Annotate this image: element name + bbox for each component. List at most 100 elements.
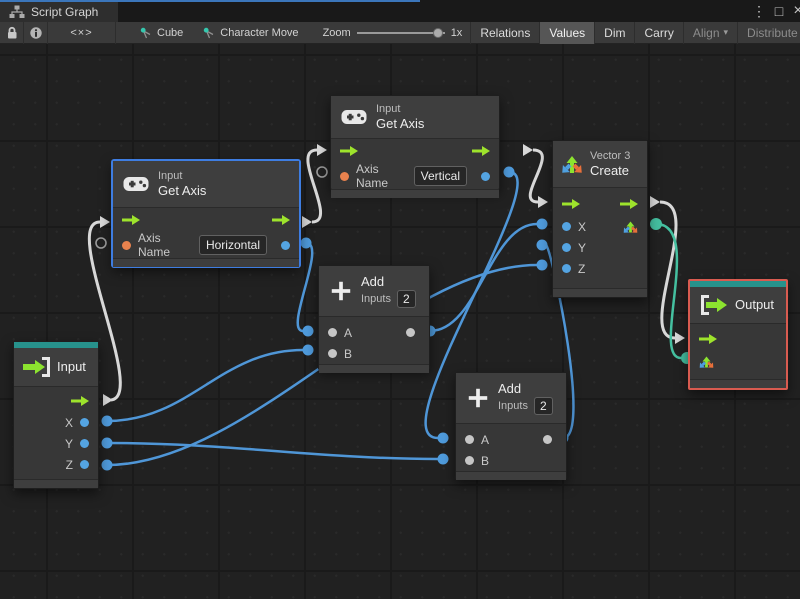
float-port-icon[interactable] [562,264,571,273]
control-port-in-vector3[interactable] [538,196,548,208]
lock-icon [7,26,16,38]
node-footer [319,364,429,373]
value-port-vector3-x[interactable] [536,218,548,230]
align-dropdown[interactable]: Align ▾ [684,21,739,44]
inputs-count-input[interactable]: 2 [533,397,553,415]
node-category: Input [376,103,401,115]
float-port-icon[interactable] [80,460,89,469]
port-label: B [344,346,353,361]
axis-name-input[interactable]: Horizontal [198,235,267,255]
control-port-out-getaxis-horizontal[interactable] [302,216,312,228]
node-title: Get Axis [158,183,207,198]
zoom-slider[interactable] [356,27,445,38]
control-port-out-getaxis-vertical[interactable] [523,144,533,156]
value-port-vertical-axisname-unconnected[interactable] [316,166,328,178]
control-port-out-vector3[interactable] [650,196,660,208]
values-button[interactable]: Values [540,21,596,44]
control-port-in-getaxis-horizontal[interactable] [100,216,110,228]
value-port-vector3-y[interactable] [536,239,548,251]
window-maximize-button[interactable]: □ [770,1,788,21]
lock-button[interactable] [0,21,24,44]
zoom-label: Zoom [322,26,351,39]
control-port-in-getaxis-vertical[interactable] [317,144,327,156]
port-label: X [64,415,73,430]
code-view-button[interactable]: <×> [48,21,116,44]
control-flow-arrow-icon [71,396,89,406]
node-get-axis-vertical[interactable]: Input Get Axis Axis Name Vertical [330,95,500,198]
tab-script-graph[interactable]: Script Graph [0,2,118,22]
value-port-input-x[interactable] [101,415,113,427]
value-port-input-y[interactable] [101,437,113,449]
value-port-vector3-out[interactable] [650,218,662,230]
window-menu-button[interactable]: ⋮ [750,1,768,21]
node-add-bottom[interactable]: Add Inputs 2 A B [455,372,567,480]
value-port-vertical-out[interactable] [503,166,515,178]
value-port-add2-b[interactable] [437,453,449,465]
node-title: Add [361,274,385,289]
value-port-horizontal-axisname-unconnected[interactable] [95,237,107,249]
value-port-icon[interactable] [465,435,474,444]
value-port-icon[interactable] [328,349,337,358]
float-port-icon[interactable] [80,439,89,448]
float-port-icon[interactable] [562,222,571,231]
float-port-icon[interactable] [481,171,490,181]
control-flow-arrow-icon [699,334,717,344]
vector3-port-icon[interactable] [623,219,638,234]
value-port-input-z[interactable] [101,459,113,471]
breadcrumb-character-move[interactable]: Character Move [193,27,308,39]
port-label: X [578,219,587,234]
window-close-button[interactable]: × [789,1,800,21]
control-port-out-graph-input[interactable] [103,394,113,406]
graph-node-icon [140,27,151,38]
string-port-icon[interactable] [122,240,131,250]
inputs-count-input[interactable]: 2 [396,290,416,308]
breadcrumb-cube[interactable]: Cube [130,27,193,39]
graph-canvas[interactable]: Input Get Axis Axis Name Vertical Input … [0,44,800,599]
value-port-vector3-z[interactable] [536,259,548,271]
inputs-label: Inputs [361,293,391,305]
port-label: Z [578,261,586,276]
zoom-slider-track [356,31,445,34]
result-port-icon[interactable] [543,435,552,444]
float-port-icon[interactable] [562,243,571,252]
value-port-icon[interactable] [465,456,474,465]
node-footer [14,479,98,488]
unity-script-graph-window: Script Graph ⋮ □ × <×> Cube Character Mo… [0,0,800,599]
vector3-icon [562,156,582,173]
value-port-icon[interactable] [328,328,337,337]
carry-button[interactable]: Carry [635,21,684,44]
dim-button[interactable]: Dim [595,21,636,44]
string-port-icon[interactable] [340,171,349,181]
node-title: Input [57,359,86,374]
node-get-axis-horizontal[interactable]: Input Get Axis Axis Name Horizontal [112,160,300,267]
node-graph-output[interactable]: Output [688,279,788,390]
vector3-port-icon[interactable] [699,354,714,369]
info-button[interactable] [24,21,48,44]
relations-button[interactable]: Relations [471,21,541,44]
value-port-add1-b[interactable] [302,344,314,356]
value-port-horizontal-out[interactable] [300,237,312,249]
node-category: Input [158,170,183,182]
value-port-add2-a[interactable] [437,432,449,444]
node-category: Vector 3 [590,150,631,162]
param-label: Axis Name [138,231,171,259]
control-flow-arrow-icon [472,146,490,156]
zoom-slider-handle[interactable] [432,27,443,38]
value-port-add1-a[interactable] [302,325,314,337]
axis-name-input[interactable]: Vertical [413,166,467,186]
graph-output-icon [701,295,727,315]
control-port-in-graph-output[interactable] [675,332,685,344]
node-graph-input[interactable]: Input X Y Z [13,341,99,489]
node-footer [113,258,299,267]
node-title: Create [590,163,630,178]
node-add-top[interactable]: Add Inputs 2 A B [318,265,430,373]
port-label: Z [65,457,73,472]
wire-inputx-to-add1-b [106,348,304,423]
float-port-icon[interactable] [80,418,89,427]
wire-control-vertical-to-vector3 [528,148,544,204]
distribute-dropdown[interactable]: Distribute ▾ [738,22,800,44]
node-vector3-create[interactable]: Vector 3 Create X Y Z [552,140,648,298]
chevron-down-icon: ▾ [723,27,729,37]
result-port-icon[interactable] [406,328,415,337]
float-port-icon[interactable] [281,240,290,250]
